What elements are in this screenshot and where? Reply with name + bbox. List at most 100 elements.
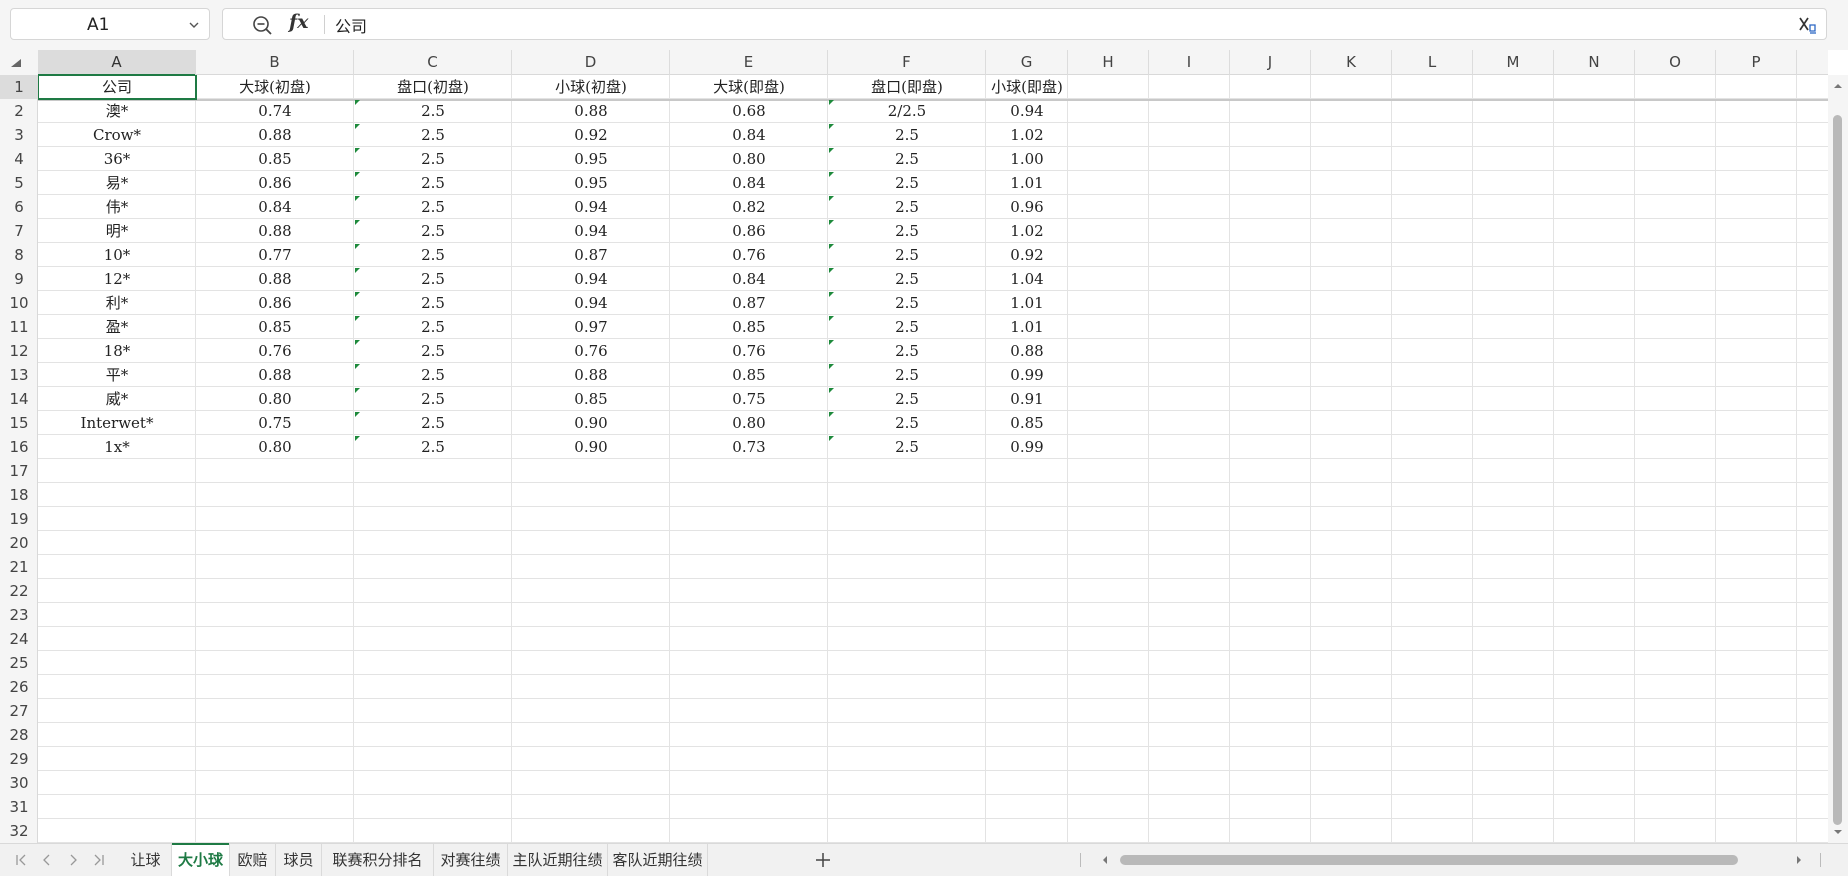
table-cell[interactable]: 0.88 xyxy=(196,219,354,243)
row-header-27[interactable]: 27 xyxy=(0,699,38,723)
header-cell[interactable]: 大球(即盘) xyxy=(670,75,828,99)
column-header-f[interactable]: F xyxy=(828,50,986,75)
column-header-m[interactable]: M xyxy=(1473,50,1554,75)
table-cell[interactable]: 利* xyxy=(38,291,196,315)
row-header-17[interactable]: 17 xyxy=(0,459,38,483)
table-cell[interactable]: 0.90 xyxy=(512,435,670,459)
column-header-k[interactable]: K xyxy=(1311,50,1392,75)
next-sheet-button[interactable] xyxy=(60,844,86,876)
header-cell[interactable]: 大球(初盘) xyxy=(196,75,354,99)
table-cell[interactable]: 0.84 xyxy=(196,195,354,219)
vertical-scroll-thumb[interactable] xyxy=(1833,115,1842,825)
table-cell[interactable]: 2.5 xyxy=(354,123,512,147)
table-cell[interactable]: 0.99 xyxy=(986,435,1068,459)
table-cell[interactable]: 0.76 xyxy=(670,339,828,363)
sheet-tab[interactable]: 联赛积分排名 xyxy=(322,844,434,876)
first-sheet-button[interactable] xyxy=(8,844,34,876)
table-cell[interactable]: 平* xyxy=(38,363,196,387)
row-header-20[interactable]: 20 xyxy=(0,531,38,555)
table-cell[interactable]: 0.88 xyxy=(512,99,670,123)
row-header-14[interactable]: 14 xyxy=(0,387,38,411)
table-cell[interactable]: 0.80 xyxy=(196,435,354,459)
table-cell[interactable]: 2.5 xyxy=(354,243,512,267)
table-cell[interactable]: 0.85 xyxy=(512,387,670,411)
table-cell[interactable]: 2.5 xyxy=(354,387,512,411)
table-cell[interactable]: 0.76 xyxy=(670,243,828,267)
table-cell[interactable]: 0.86 xyxy=(196,171,354,195)
table-cell[interactable]: 2.5 xyxy=(354,411,512,435)
table-cell[interactable]: 2.5 xyxy=(354,195,512,219)
sheet-tab[interactable]: 大小球 xyxy=(172,843,230,876)
table-cell[interactable]: 1.04 xyxy=(986,267,1068,291)
formula-content[interactable]: 公司 xyxy=(335,13,367,37)
row-header-19[interactable]: 19 xyxy=(0,507,38,531)
table-cell[interactable]: 0.86 xyxy=(196,291,354,315)
sheet-tab[interactable]: 客队近期往绩 xyxy=(608,844,708,876)
table-cell[interactable]: 0.74 xyxy=(196,99,354,123)
table-cell[interactable]: 2/2.5 xyxy=(828,99,986,123)
table-cell[interactable]: 0.99 xyxy=(986,363,1068,387)
table-cell[interactable]: 0.91 xyxy=(986,387,1068,411)
table-cell[interactable]: 0.73 xyxy=(670,435,828,459)
column-header-b[interactable]: B xyxy=(196,50,354,75)
formula-input[interactable]: fx 公司 xyxy=(222,8,1827,40)
table-cell[interactable]: 2.5 xyxy=(354,219,512,243)
table-cell[interactable]: 18* xyxy=(38,339,196,363)
formula-expand-icon[interactable] xyxy=(1796,14,1818,36)
row-header-31[interactable]: 31 xyxy=(0,795,38,819)
row-header-23[interactable]: 23 xyxy=(0,603,38,627)
column-header-p[interactable]: P xyxy=(1716,50,1797,75)
column-header-o[interactable]: O xyxy=(1635,50,1716,75)
table-cell[interactable]: 2.5 xyxy=(828,171,986,195)
row-header-9[interactable]: 9 xyxy=(0,267,38,291)
table-cell[interactable]: 0.95 xyxy=(512,171,670,195)
table-cell[interactable]: 2.5 xyxy=(828,243,986,267)
table-cell[interactable]: 0.87 xyxy=(670,291,828,315)
row-header-12[interactable]: 12 xyxy=(0,339,38,363)
last-sheet-button[interactable] xyxy=(86,844,112,876)
header-cell[interactable]: 小球(即盘) xyxy=(986,75,1068,99)
table-cell[interactable]: 2.5 xyxy=(354,267,512,291)
column-header-n[interactable]: N xyxy=(1554,50,1635,75)
table-cell[interactable]: 1.02 xyxy=(986,219,1068,243)
row-header-29[interactable]: 29 xyxy=(0,747,38,771)
header-cell[interactable]: 小球(初盘) xyxy=(512,75,670,99)
table-cell[interactable]: 0.84 xyxy=(670,267,828,291)
table-cell[interactable]: 0.84 xyxy=(670,171,828,195)
row-header-7[interactable]: 7 xyxy=(0,219,38,243)
table-cell[interactable]: 2.5 xyxy=(828,315,986,339)
table-cell[interactable]: 2.5 xyxy=(828,267,986,291)
row-header-25[interactable]: 25 xyxy=(0,651,38,675)
column-header-a[interactable]: A xyxy=(38,50,196,76)
horizontal-scrollbar[interactable] xyxy=(1080,844,1848,876)
fx-icon[interactable]: fx xyxy=(289,11,309,33)
column-header-e[interactable]: E xyxy=(670,50,828,75)
table-cell[interactable]: 2.5 xyxy=(828,291,986,315)
table-cell[interactable]: 2.5 xyxy=(354,291,512,315)
table-cell[interactable]: 2.5 xyxy=(828,435,986,459)
table-cell[interactable]: 0.94 xyxy=(512,195,670,219)
row-header-15[interactable]: 15 xyxy=(0,411,38,435)
row-header-11[interactable]: 11 xyxy=(0,315,38,339)
table-cell[interactable]: 0.88 xyxy=(196,123,354,147)
table-cell[interactable]: 0.75 xyxy=(670,387,828,411)
row-header-16[interactable]: 16 xyxy=(0,435,38,459)
table-cell[interactable]: 2.5 xyxy=(828,195,986,219)
table-cell[interactable]: 10* xyxy=(38,243,196,267)
table-cell[interactable]: 0.85 xyxy=(986,411,1068,435)
row-header-18[interactable]: 18 xyxy=(0,483,38,507)
header-cell[interactable]: 盘口(即盘) xyxy=(828,75,986,99)
table-cell[interactable]: 0.96 xyxy=(986,195,1068,219)
table-cell[interactable]: 1.01 xyxy=(986,315,1068,339)
select-all-corner[interactable] xyxy=(0,50,38,75)
table-cell[interactable]: 0.85 xyxy=(196,147,354,171)
table-cell[interactable]: 0.87 xyxy=(512,243,670,267)
table-cell[interactable]: 2.5 xyxy=(828,387,986,411)
sheet-tab[interactable]: 主队近期往绩 xyxy=(508,844,608,876)
column-header-d[interactable]: D xyxy=(512,50,670,75)
row-header-4[interactable]: 4 xyxy=(0,147,38,171)
table-cell[interactable]: 0.94 xyxy=(512,291,670,315)
chevron-down-icon[interactable] xyxy=(187,18,201,32)
horizontal-scroll-thumb[interactable] xyxy=(1120,855,1738,865)
table-cell[interactable]: 1.00 xyxy=(986,147,1068,171)
